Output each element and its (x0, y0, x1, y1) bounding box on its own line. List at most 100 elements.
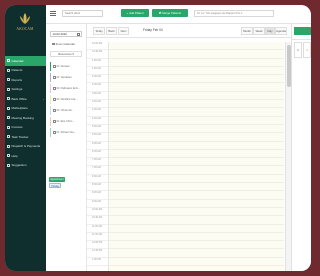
day-slot[interactable] (109, 75, 284, 84)
day-slot[interactable] (109, 158, 284, 167)
date-value: 14-02-2022 (52, 32, 67, 36)
logo[interactable]: AKOCAM (14, 12, 36, 40)
zoom-calendar-toggle[interactable]: Zoom Calendar (52, 42, 75, 46)
time-slot-label: 12:00 AM (87, 42, 108, 51)
day-slot[interactable] (109, 125, 284, 134)
right-pane: 1 4 (291, 24, 311, 271)
sidebar-item-marketplace[interactable]: Marketplace (5, 104, 46, 114)
staff-filter-item[interactable]: Dr. Dambhe Lite... (50, 95, 82, 104)
day-grid: 12:00 AM 12:30 AM 1:00 AM 1:30 AM 2:00 AM 2:3… (87, 42, 291, 271)
time-slot-label: 5:00 AM (87, 125, 108, 134)
sidebar-item-reports[interactable]: Reports (5, 75, 46, 85)
sidebar-item-suggestion[interactable]: Suggestion (5, 161, 46, 171)
sidebar-item-label: Reports (11, 77, 23, 82)
sidebar-item-label: Help (11, 153, 18, 158)
day-slot[interactable] (109, 191, 284, 200)
day-slot[interactable] (109, 108, 284, 117)
day-slot[interactable] (109, 208, 284, 217)
view-agenda-button[interactable]: Agenda (275, 27, 287, 35)
sidebar-item-calendar[interactable]: Calendar (5, 56, 46, 66)
app-window: AKOCAM Calendar Patients Reports Settings Ba… (5, 5, 311, 271)
day-slot[interactable] (109, 142, 284, 150)
staff-checkbox[interactable] (53, 65, 56, 68)
time-slot-label: 12:00 PM (87, 241, 108, 250)
sidebar-item-task-tracker[interactable]: Task Tracker (5, 132, 46, 142)
staff-filter-item[interactable]: Dr. Pathowen Ecm... (50, 84, 82, 93)
day-slot[interactable] (109, 258, 284, 267)
today-button[interactable]: Today (93, 27, 105, 35)
sidebar-item-patients[interactable]: Patients (5, 66, 46, 76)
view-month-button[interactable]: Month (241, 27, 253, 35)
day-slot[interactable] (109, 150, 284, 159)
invoice-icon (7, 125, 10, 129)
day-slot[interactable] (109, 50, 284, 59)
right-pane-card-left[interactable]: 1 (294, 42, 302, 58)
staff-filter-item[interactable]: Dr. Vendeset (50, 73, 82, 82)
day-slot[interactable] (109, 166, 284, 175)
day-slot[interactable] (109, 42, 284, 51)
time-slot-label: 1:30 AM (87, 67, 108, 76)
day-slot[interactable] (109, 216, 284, 225)
day-slot[interactable] (109, 233, 284, 242)
staff-name: Dr. Vendeset (56, 76, 72, 79)
sidebar-item-back-office[interactable]: Back Office › (5, 94, 46, 104)
back-button[interactable]: Back (106, 27, 117, 35)
sidebar-item-label: Suggestion (11, 163, 27, 168)
day-slot[interactable] (109, 92, 284, 101)
appointment-tag[interactable]: Appointment (49, 177, 65, 182)
sidebar-item-meeting-booking[interactable]: Meeting Booking (5, 113, 46, 123)
time-slot-label: 4:00 AM (87, 108, 108, 117)
holiday-tag[interactable]: Holiday (49, 183, 62, 188)
time-slot-label: 10:00 AM (87, 208, 108, 217)
view-week-button[interactable]: Week (253, 27, 265, 35)
staff-filter-item[interactable]: Dr. Demeer (50, 62, 82, 71)
gear-icon (7, 87, 10, 91)
staff-filter-item[interactable]: Dr. Ehe Chrm... (50, 117, 82, 126)
staff-checkbox[interactable] (53, 120, 56, 123)
time-slot-label: 3:30 AM (87, 100, 108, 109)
day-slot[interactable] (109, 183, 284, 192)
sidebar-item-dispatch-payments[interactable]: Dispatch & Payments (5, 142, 46, 152)
search-input[interactable] (62, 10, 103, 17)
day-slot[interactable] (109, 241, 284, 250)
time-slot-label: 9:00 AM (87, 191, 108, 200)
date-picker[interactable]: 14-02-2022 (50, 31, 82, 37)
day-slot[interactable] (109, 117, 284, 125)
menu-icon[interactable] (50, 11, 56, 16)
sidebar-item-invoices[interactable]: Invoices (5, 123, 46, 133)
day-slot[interactable] (109, 83, 284, 92)
resources-dropdown[interactable]: Resources ▾ (50, 51, 82, 57)
right-pane-card-right[interactable]: 4 (303, 42, 311, 58)
day-slot[interactable] (109, 175, 284, 184)
staff-checkbox[interactable] (53, 131, 56, 134)
view-day-button[interactable]: Day (265, 27, 275, 35)
right-pane-header (294, 27, 311, 35)
day-slot[interactable] (109, 249, 284, 258)
logo-text: AKOCAM (16, 27, 34, 31)
day-slot[interactable] (109, 100, 284, 109)
day-slot[interactable] (109, 133, 284, 142)
staff-checkbox[interactable] (53, 98, 56, 101)
zoom-checkbox[interactable] (52, 42, 55, 46)
calendar-small-icon (77, 33, 80, 36)
sidebar-item-settings[interactable]: Settings (5, 85, 46, 95)
staff-checkbox[interactable] (53, 87, 56, 90)
merge-patients-button[interactable]: ⇄ Merge Patients (152, 9, 188, 17)
day-slot[interactable] (109, 59, 284, 67)
staff-checkbox[interactable] (53, 109, 56, 112)
staff-name: Dr. Dambhe Lite... (56, 98, 78, 101)
time-slot-label: 8:00 AM (87, 175, 108, 184)
clock-icon (7, 116, 10, 120)
add-patient-button[interactable]: + Add Patient (121, 9, 149, 17)
chevron-right-icon: › (43, 96, 44, 101)
staff-checkbox[interactable] (53, 76, 56, 79)
next-button[interactable]: Next (118, 27, 129, 35)
day-slot[interactable] (109, 67, 284, 76)
staff-filter-item[interactable]: Dr. Schaen Avi... (50, 128, 82, 137)
sidebar-item-help[interactable]: Help (5, 151, 46, 161)
day-slot[interactable] (109, 225, 284, 233)
staff-filter-item[interactable]: Dr. Orhan Alt... (50, 106, 82, 115)
day-slot[interactable] (109, 200, 284, 208)
time-slot-label: 6:30 AM (87, 150, 108, 159)
day-column[interactable] (109, 42, 284, 271)
